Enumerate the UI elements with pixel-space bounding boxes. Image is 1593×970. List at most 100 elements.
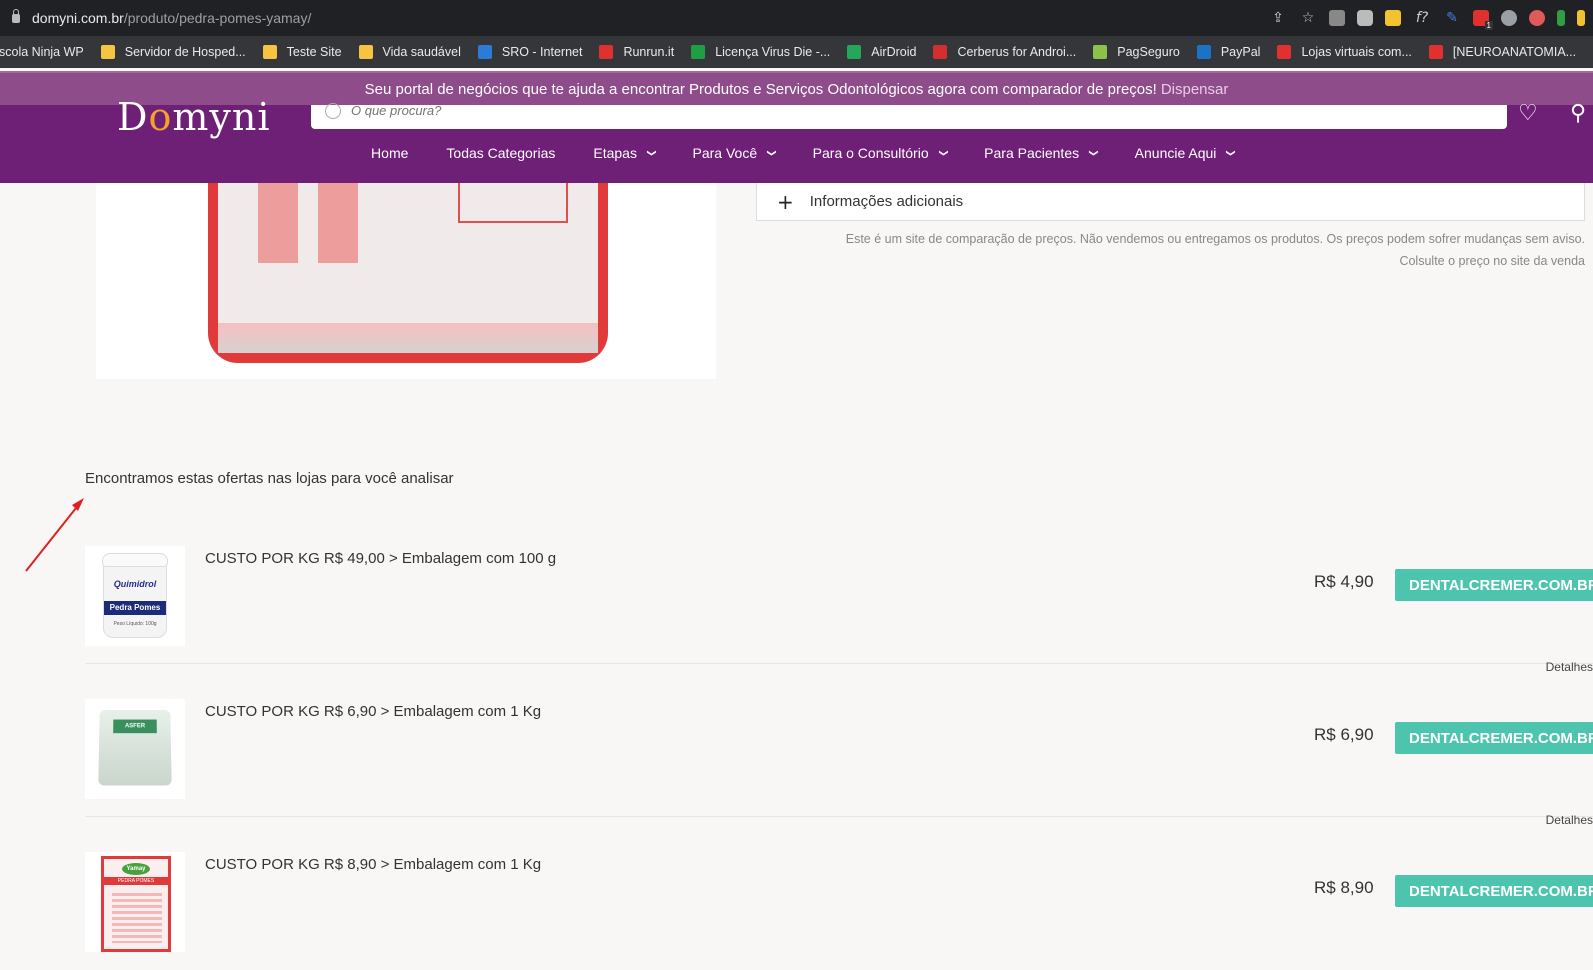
nav-item[interactable]: Home	[352, 145, 427, 161]
disclaimer-line: Colsulte o preço no site da venda	[1399, 254, 1585, 268]
bookmark-item[interactable]: scola Ninja WP	[0, 45, 84, 59]
logo-part: o	[148, 95, 173, 139]
url-path: /produto/pedra-pomes-yamay/	[123, 10, 312, 26]
bookmark-label: Vida saudável	[382, 45, 461, 59]
bookmark-item[interactable]: Lojas virtuais com...	[1277, 45, 1412, 59]
bolt-icon[interactable]	[1501, 10, 1517, 26]
bookmark-item[interactable]: AirDroid	[847, 45, 916, 59]
nav-item[interactable]: Anuncie Aqui ❯	[1116, 145, 1253, 161]
heart-icon[interactable]: ♡	[1518, 101, 1538, 126]
bookmark-item[interactable]: SRO - Internet	[477, 45, 582, 59]
calendar-icon[interactable]: 1	[1473, 10, 1493, 30]
search-input[interactable]	[351, 102, 751, 118]
bookmark-item[interactable]: PagSeguro	[1093, 45, 1180, 59]
chevron-down-icon: ❯	[1087, 149, 1098, 157]
bag-label-block	[318, 183, 358, 263]
extension-icon[interactable]	[1385, 10, 1401, 26]
offer-description[interactable]: CUSTO POR KG R$ 49,00 > Embalagem com 10…	[205, 550, 556, 567]
jar-illustration: Quimidrol Pedra Pomes Pó Peso Líquido: 1…	[102, 553, 168, 638]
bookmark-item[interactable]: [NEUROANATOMIA...	[1428, 45, 1576, 59]
store-button[interactable]: DENTALCREMER.COM.BR	[1395, 875, 1593, 907]
bookmark-favicon-icon	[1093, 45, 1108, 59]
bookmark-label: Licença Virus Die -...	[715, 45, 831, 59]
bookmark-item[interactable]: Vida saudável	[358, 45, 461, 59]
offers-title: Encontramos estas ofertas nas lojas para…	[85, 470, 454, 487]
offer-row: Quimidrol Pedra Pomes Pó Peso Líquido: 1…	[85, 512, 1593, 674]
bookmark-item[interactable]: Licença Virus Die -...	[691, 45, 830, 59]
bag-text-block	[112, 893, 162, 943]
offer-row: ASFER CUSTO POR KG R$ 6,90 > Embalagem c…	[85, 665, 1593, 827]
bookmarks-bar: scola Ninja WP Servidor de Hosped... Teste…	[0, 36, 1593, 68]
product-image	[96, 183, 716, 379]
accordion-label: Informações adicionais	[809, 193, 964, 210]
bookmark-item[interactable]: Runrun.it	[599, 45, 674, 59]
store-button[interactable]: DENTALCREMER.COM.BR	[1395, 569, 1593, 601]
price-disclaimer: Este é um site de comparação de preços. …	[765, 228, 1585, 272]
browser-address-bar[interactable]: domyni.com.br/produto/pedra-pomes-yamay/…	[0, 0, 1593, 36]
extension-icon[interactable]	[1577, 10, 1585, 26]
camera-icon[interactable]	[1357, 10, 1373, 26]
offer-description[interactable]: CUSTO POR KG R$ 6,90 > Embalagem com 1 K…	[205, 703, 541, 720]
nav-item[interactable]: Todas Categorias	[427, 145, 574, 161]
offer-description[interactable]: CUSTO POR KG R$ 8,90 > Embalagem com 1 K…	[205, 856, 541, 873]
url-text[interactable]: domyni.com.br/produto/pedra-pomes-yamay/	[32, 10, 311, 26]
bookmark-label: scola Ninja WP	[0, 45, 84, 59]
offer-row: Yamay PEDRA POMES CUSTO POR KG R$ 8,90 >…	[85, 818, 1593, 970]
pouch-tag: ASFER	[113, 719, 157, 734]
extension-icon[interactable]	[1329, 10, 1345, 26]
bookmark-label: Servidor de Hosped...	[124, 45, 246, 59]
offer-price: R$ 6,90	[1314, 725, 1374, 744]
chevron-down-icon: ❯	[765, 149, 776, 157]
bookmark-label: PagSeguro	[1117, 45, 1180, 59]
nav-item[interactable]: Etapas ❯	[574, 145, 673, 161]
additional-info-accordion[interactable]: + Informações adicionais	[756, 183, 1585, 221]
bookmark-favicon-icon	[847, 45, 862, 59]
chevron-down-icon: ❯	[645, 149, 656, 157]
offer-thumbnail[interactable]: ASFER	[85, 699, 185, 799]
red-bag-illustration: Yamay PEDRA POMES	[101, 856, 171, 952]
chevron-down-icon: ❯	[937, 149, 948, 157]
annotation-arrow-icon	[25, 498, 84, 572]
bookmark-label: Lojas virtuais com...	[1301, 45, 1412, 59]
bookmark-item[interactable]: Cerberus for Androi...	[933, 45, 1076, 59]
offer-thumbnail[interactable]: Yamay PEDRA POMES	[85, 852, 185, 952]
search-icon	[325, 103, 341, 119]
browser-toolbar-icons: ⇪ ☆ f? ✎ 1	[1269, 0, 1593, 36]
nav-item[interactable]: Para Você ❯	[674, 145, 794, 161]
bookmark-favicon-icon	[262, 45, 277, 59]
formula-icon[interactable]: f?	[1413, 9, 1431, 27]
lock-icon	[12, 8, 20, 23]
bookmark-label: AirDroid	[871, 45, 917, 59]
bookmark-label: PayPal	[1220, 45, 1261, 59]
jar-weight: Peso Líquido: 100g	[113, 621, 157, 627]
bookmark-favicon-icon	[477, 45, 492, 59]
store-button[interactable]: DENTALCREMER.COM.BR	[1395, 722, 1593, 754]
bag-bottom	[218, 323, 598, 353]
nav-item[interactable]: Para Pacientes ❯	[965, 145, 1116, 161]
bookmark-item[interactable]: PayPal	[1196, 45, 1261, 59]
star-icon[interactable]: ☆	[1299, 9, 1317, 27]
extension-badge: 1	[1484, 21, 1493, 30]
logo-part: D	[117, 95, 149, 139]
nav-item[interactable]: Para o Consultório ❯	[794, 145, 966, 161]
extension-icon[interactable]	[1529, 10, 1545, 26]
bookmark-item[interactable]: Teste Site	[262, 45, 342, 59]
eyedropper-icon[interactable]: ✎	[1443, 9, 1461, 27]
site-logo[interactable]: Domyni	[117, 95, 271, 139]
bookmark-favicon-icon	[691, 45, 706, 59]
bookmark-favicon-icon	[599, 45, 614, 59]
offer-thumbnail[interactable]: Quimidrol Pedra Pomes Pó Peso Líquido: 1…	[85, 546, 185, 646]
pouch-illustration: ASFER	[98, 709, 172, 786]
share-icon[interactable]: ⇪	[1269, 9, 1287, 27]
bookmark-favicon-icon	[1196, 45, 1211, 59]
nav-label: Para Você	[692, 145, 758, 161]
nav-label: Etapas	[593, 145, 637, 161]
chevron-down-icon: ❯	[1225, 149, 1236, 157]
dismiss-link[interactable]: Dispensar	[1161, 81, 1229, 98]
bookmark-item[interactable]: Servidor de Hosped...	[100, 45, 246, 59]
user-icon[interactable]: ⚲	[1570, 101, 1586, 126]
bookmark-label: Cerberus for Androi...	[957, 45, 1077, 59]
plus-icon: +	[777, 189, 794, 214]
battery-icon[interactable]	[1557, 10, 1565, 26]
nav-label: Para Pacientes	[984, 145, 1080, 161]
